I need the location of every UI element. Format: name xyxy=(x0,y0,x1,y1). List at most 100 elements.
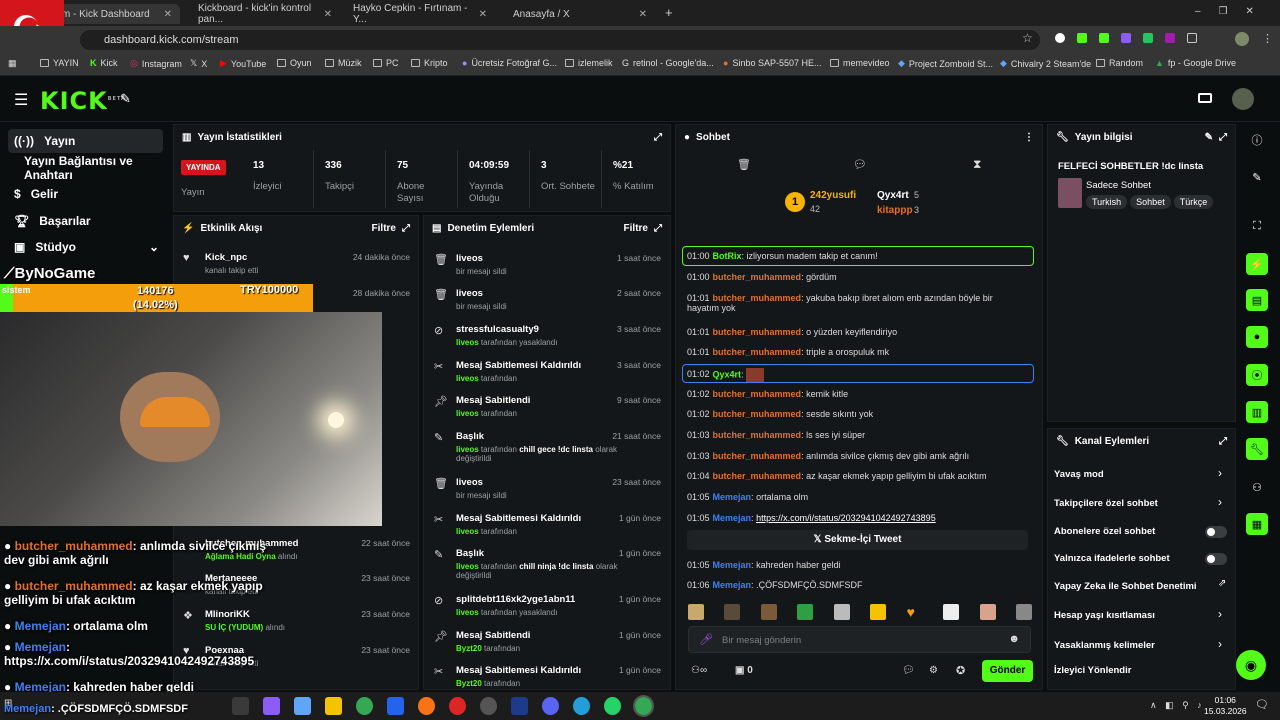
bookmark-item[interactable]: Oyun xyxy=(277,58,312,68)
emoji-icon[interactable]: ☻ xyxy=(1008,633,1020,645)
expand-icon[interactable]: ⤢ xyxy=(654,132,662,143)
tag-pill[interactable]: Sohbet xyxy=(1130,195,1171,209)
bookmark-item[interactable]: memevideo xyxy=(830,58,890,68)
filter-button[interactable]: Filtre xyxy=(624,223,648,234)
tab-x[interactable]: Anasayfa / X ✕ xyxy=(505,4,655,24)
message-user[interactable]: butcher_muhammed xyxy=(713,451,802,461)
chat-icon[interactable]: ● xyxy=(1246,326,1268,348)
menu-icon[interactable]: ☰ xyxy=(14,90,28,110)
leaderboard-third-user[interactable]: kitappp xyxy=(877,205,913,216)
sidebar-item-gelir[interactable]: $ Gelir xyxy=(8,182,163,206)
message-user[interactable]: butcher_muhammed xyxy=(713,471,802,481)
message-link[interactable]: https://x.com/i/status/20329410424927438… xyxy=(756,513,936,523)
sidebar-item-basarilar[interactable]: 🏆︎ Başarılar xyxy=(8,209,163,233)
message-user[interactable]: Memejan xyxy=(713,492,752,502)
expand-icon[interactable]: ⤢ xyxy=(1219,436,1227,447)
emote-icon[interactable] xyxy=(979,604,996,620)
message-user[interactable]: butcher_muhammed xyxy=(713,272,802,282)
message-user[interactable]: butcher_muhammed xyxy=(713,327,802,337)
bookmark-item[interactable]: 𝕏X xyxy=(190,58,207,69)
tag-pill[interactable]: Türkçe xyxy=(1173,195,1214,209)
bookmark-item[interactable]: Kripto xyxy=(411,58,448,68)
action-followers-only[interactable]: Takipçilere özel sohbet xyxy=(1054,498,1158,509)
emote-icon[interactable] xyxy=(870,604,887,620)
steam-icon[interactable] xyxy=(511,697,528,715)
bookmark-item[interactable]: K Kick xyxy=(90,58,118,68)
bookmark-item[interactable]: ▶ YouTube xyxy=(220,58,266,69)
action-ai-moderation[interactable]: Yapay Zeka ile Sohbet Denetimi xyxy=(1054,581,1197,592)
tweet-embed-button[interactable]: 𝕏 Sekme-İçi Tweet xyxy=(687,530,1028,550)
close-tab-icon[interactable]: ✕ xyxy=(164,9,172,20)
hourglass-icon[interactable]: ⧗ xyxy=(973,157,981,172)
bookmark-item[interactable]: Random xyxy=(1096,58,1143,68)
extension-icons[interactable] xyxy=(1055,33,1225,45)
bookmark-item[interactable]: PC xyxy=(373,58,399,68)
emote-bar[interactable]: ♥ xyxy=(688,604,1032,620)
emote-icon[interactable] xyxy=(943,604,960,620)
emote-icon[interactable] xyxy=(1015,604,1032,620)
bookmark-item[interactable]: YAYIN xyxy=(40,58,79,68)
microphone-icon[interactable]: 🎤︎ xyxy=(699,633,713,646)
firefox-icon[interactable] xyxy=(418,697,435,715)
edit-icon[interactable]: ✎ xyxy=(1246,166,1268,188)
chevron-right-icon[interactable]: › xyxy=(1218,637,1222,651)
tag-pill[interactable]: Turkish xyxy=(1086,195,1128,209)
crop-icon[interactable]: ⛶ xyxy=(1246,215,1268,237)
close-tab-icon[interactable]: ✕ xyxy=(479,9,487,20)
apps-icon[interactable]: ▦ xyxy=(8,58,17,69)
message-user[interactable]: Memejan xyxy=(713,560,752,570)
chrome-icon[interactable] xyxy=(356,697,373,715)
emote-icon[interactable] xyxy=(797,604,814,620)
emote-icon[interactable] xyxy=(688,604,704,620)
action-account-age[interactable]: Hesap yaşı kısıtlaması xyxy=(1054,610,1155,621)
chevron-right-icon[interactable]: › xyxy=(1218,495,1222,509)
trash-icon[interactable]: 🗑︎ xyxy=(737,158,751,171)
support-chat-icon[interactable]: ◉ xyxy=(1236,650,1266,680)
message-user[interactable]: butcher_muhammed xyxy=(713,409,802,419)
message-user[interactable]: butcher_muhammed xyxy=(713,347,802,357)
sidebar-item-stream-key[interactable]: Yayın Bağlantısı ve Anahtarı xyxy=(8,154,178,182)
layout-icon[interactable]: ▥ xyxy=(1246,401,1268,423)
leaderboard-second-user[interactable]: Qyx4rt xyxy=(877,190,909,201)
subscribers-only-toggle[interactable] xyxy=(1205,526,1227,538)
expand-icon[interactable]: ⤢ xyxy=(1219,132,1227,143)
new-tab-icon[interactable]: + xyxy=(665,5,673,20)
emote-icon[interactable] xyxy=(760,604,777,620)
bolt-icon[interactable]: ⚡ xyxy=(1246,253,1268,275)
users-icon[interactable]: ⚇ xyxy=(1246,476,1268,498)
action-raid[interactable]: İzleyici Yönlendir xyxy=(1054,665,1131,676)
wallet-icon[interactable] xyxy=(1198,93,1212,103)
tray-icons[interactable]: ∧ ◧ ⚲ ♪ xyxy=(1150,700,1205,711)
message-user[interactable]: Qyx4rt xyxy=(713,369,742,379)
bookmark-star-icon[interactable]: ☆ xyxy=(1022,31,1033,45)
url-input[interactable]: dashboard.kick.com/stream xyxy=(80,30,1040,50)
chat-bubble-icon[interactable]: 💬︎ xyxy=(853,158,867,171)
document-icon[interactable]: ▤ xyxy=(1246,289,1268,311)
message-user[interactable]: butcher_muhammed xyxy=(713,389,802,399)
clock[interactable]: 01:06 15.03.2026 xyxy=(1204,695,1247,717)
expand-icon[interactable]: ⤢ xyxy=(654,223,662,234)
info-icon[interactable]: ⓘ xyxy=(1246,129,1268,151)
bookmark-item[interactable]: izlemelik xyxy=(565,58,613,68)
stream-category[interactable]: Sadece Sohbet xyxy=(1086,180,1151,191)
message-user[interactable]: butcher_muhammed xyxy=(713,293,802,303)
explorer-icon[interactable] xyxy=(325,697,342,715)
profile-avatar[interactable] xyxy=(1235,32,1249,46)
expand-icon[interactable]: ⤢ xyxy=(402,223,410,234)
chevron-right-icon[interactable]: › xyxy=(1218,607,1222,621)
emote-icon[interactable] xyxy=(833,604,850,620)
filter-button[interactable]: Filtre xyxy=(372,223,396,234)
telegram-icon[interactable] xyxy=(573,697,590,715)
notification-icon[interactable]: 🗨︎ xyxy=(1255,698,1269,711)
tab-youtube[interactable]: Hayko Cepkin - Fırtınam - Y... ✕ xyxy=(345,3,495,25)
opera-icon[interactable] xyxy=(449,697,466,715)
send-button[interactable]: Gönder xyxy=(982,660,1033,682)
chat-menu-icon[interactable]: ⋮ xyxy=(1024,132,1034,143)
obs-icon[interactable] xyxy=(480,697,497,715)
bookmark-item[interactable]: ▲ fp - Google Drive xyxy=(1155,58,1236,68)
chat-input[interactable]: 🎤︎ Bir mesaj gönderin ☻ xyxy=(688,626,1031,653)
discord-icon[interactable] xyxy=(542,697,559,715)
external-link-icon[interactable]: ⇗ xyxy=(1218,578,1226,589)
leaderboard-top-user[interactable]: 242yusufi xyxy=(810,190,856,201)
category-thumbnail[interactable] xyxy=(1058,178,1082,208)
